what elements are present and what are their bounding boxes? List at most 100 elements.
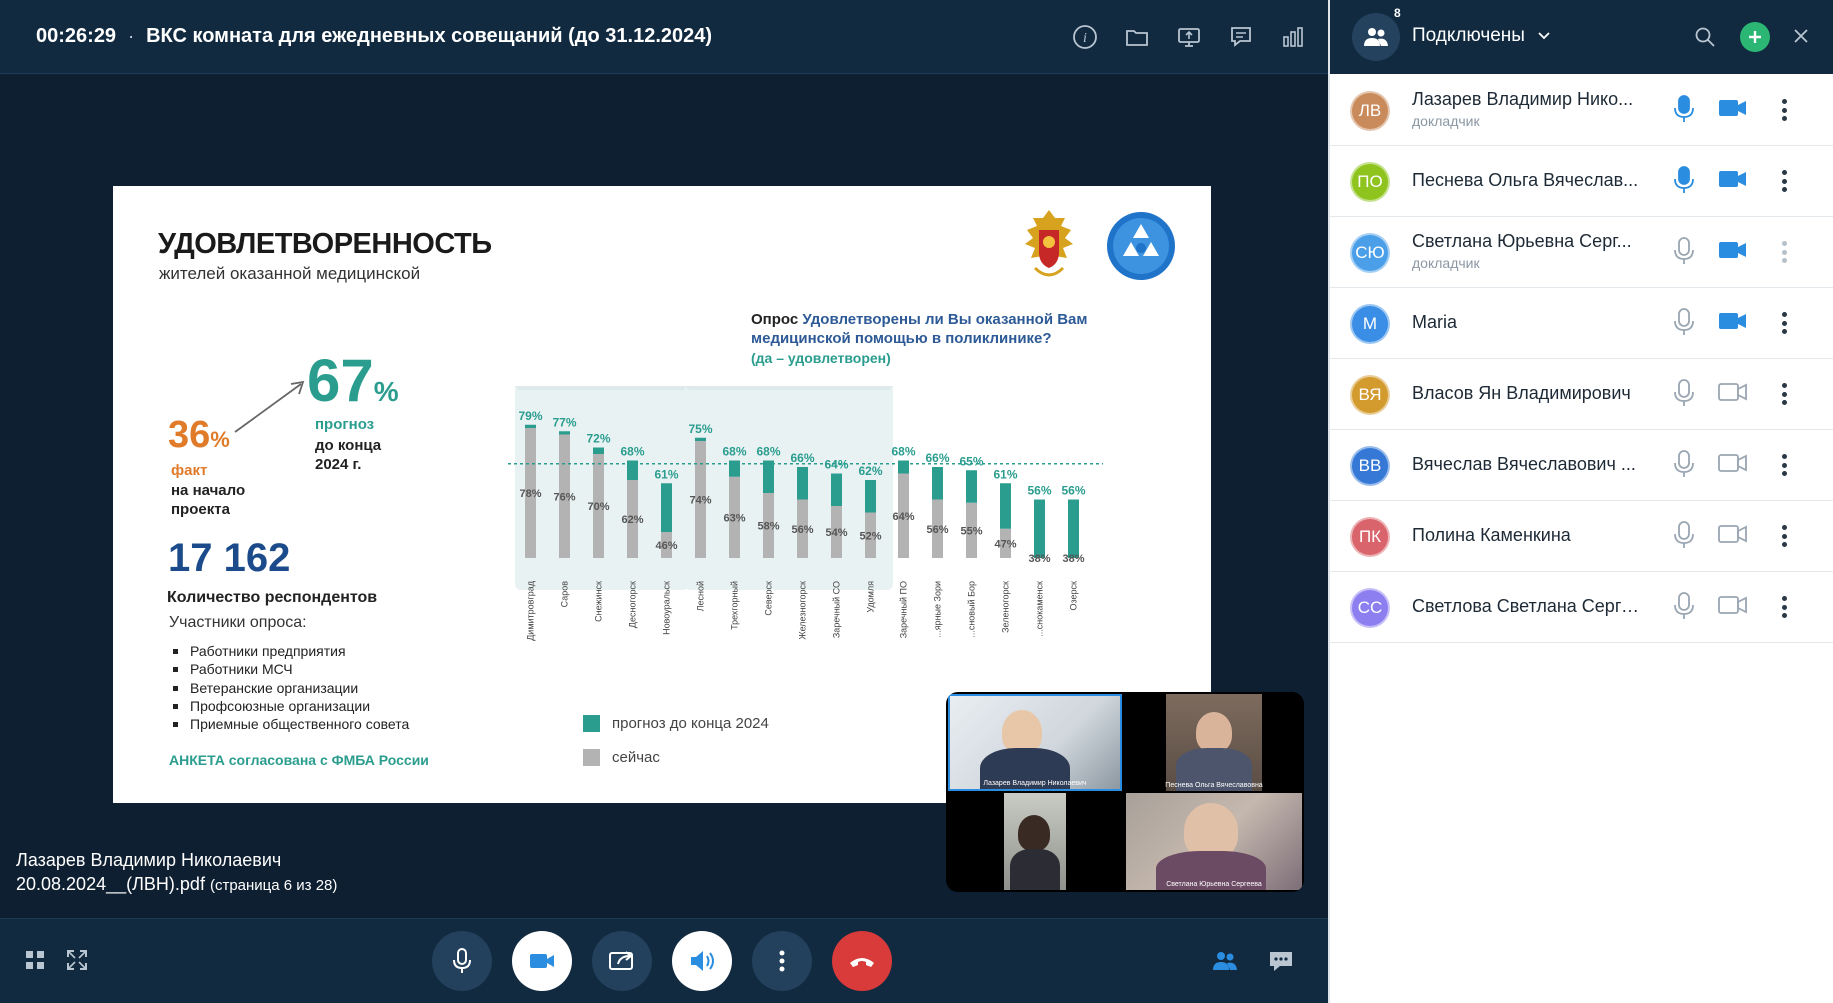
avatar-initials: СЮ <box>1355 243 1385 262</box>
data-label-now: 38% <box>1062 553 1084 565</box>
category-label: Озерск <box>1069 581 1079 611</box>
more-vertical-icon[interactable] <box>1780 521 1788 551</box>
data-label-forecast: 61% <box>993 467 1017 481</box>
fact-value: 36% <box>168 414 230 457</box>
list-item: Приемные общественного совета <box>171 715 409 733</box>
chat-board-icon[interactable] <box>1226 22 1256 52</box>
participant-row[interactable]: ВВ Вячеслав Вячеславович ... <box>1330 430 1833 501</box>
more-vertical-icon[interactable] <box>1780 450 1788 480</box>
data-label-forecast: 77% <box>552 415 576 429</box>
microphone-off-icon[interactable] <box>1673 307 1695 342</box>
video-tile-caption: Светлана Юрьевна Сергеева <box>1166 881 1262 888</box>
category-label: Зеленогорск <box>1001 581 1011 633</box>
data-label-now: 64% <box>892 511 914 523</box>
rosatom-logo-icon <box>1107 212 1175 280</box>
camera-on-icon[interactable] <box>1718 168 1748 195</box>
close-icon[interactable] <box>1791 26 1811 46</box>
data-label-now: 55% <box>960 525 982 537</box>
speaker-icon <box>691 951 714 971</box>
video-tile[interactable]: Песнева Ольга Вячеславовна <box>1126 694 1302 791</box>
bar-forecast <box>763 460 774 493</box>
participants-list: Работники предприятия Работники МСЧ Вете… <box>171 642 409 733</box>
call-timer: 00:26:29 <box>36 25 117 47</box>
category-label: Железногорск <box>798 581 808 640</box>
camera-on-icon[interactable] <box>1718 239 1748 266</box>
search-icon[interactable] <box>1694 26 1716 48</box>
info-icon[interactable]: i <box>1070 22 1100 52</box>
microphone-off-icon[interactable] <box>1673 378 1695 413</box>
microphone-off-icon[interactable] <box>1673 449 1695 484</box>
participant-row[interactable]: ВЯ Власов Ян Владимирович <box>1330 359 1833 430</box>
side-controls <box>1212 949 1294 973</box>
forecast-label-detail: до конца 2024 г. <box>315 436 381 474</box>
more-button[interactable] <box>752 931 812 991</box>
fullscreen-icon[interactable] <box>66 949 88 971</box>
participant-name: Песнева Ольга Вячеслав... <box>1412 170 1639 190</box>
participant-row[interactable]: ПК Полина Каменкина <box>1330 501 1833 572</box>
participants-icon[interactable] <box>1212 949 1238 973</box>
grid-layout-icon[interactable] <box>24 949 46 971</box>
camera-button[interactable] <box>512 931 572 991</box>
participant-row[interactable]: ПО Песнева Ольга Вячеслав... <box>1330 146 1833 217</box>
folder-icon[interactable] <box>1122 22 1152 52</box>
camera-off-icon[interactable] <box>1718 452 1748 479</box>
avatar-initials: ПО <box>1357 172 1383 191</box>
legend-swatch-forecast <box>583 715 600 732</box>
plus-icon <box>1749 31 1761 43</box>
add-participant-button[interactable] <box>1740 22 1770 52</box>
video-tile[interactable] <box>948 793 1122 890</box>
panel-title[interactable]: Подключены <box>1412 25 1525 47</box>
microphone-off-icon[interactable] <box>1673 236 1695 271</box>
screen-share-icon[interactable] <box>1174 22 1204 52</box>
survey-prefix: Опрос <box>751 311 799 328</box>
share-screen-icon <box>609 951 633 970</box>
microphone-off-icon[interactable] <box>1673 520 1695 555</box>
participant-row[interactable]: СС Светлова Светлана Серге... <box>1330 572 1833 643</box>
microphone-button[interactable] <box>432 931 492 991</box>
microphone-on-icon[interactable] <box>1673 165 1695 200</box>
camera-off-icon[interactable] <box>1718 594 1748 621</box>
more-vertical-icon[interactable] <box>1780 166 1788 196</box>
presentation-file: 20.08.2024__(ЛВН).pdf (страница 6 из 28) <box>16 874 337 895</box>
participants-label: Участники опроса: <box>169 614 307 631</box>
microphone-on-icon[interactable] <box>1673 94 1695 129</box>
data-label-now: 78% <box>519 488 541 500</box>
camera-on-icon[interactable] <box>1718 97 1748 124</box>
slide-subtitle: жителей оказанной медицинской <box>159 264 421 283</box>
participant-name: Maria <box>1412 312 1458 332</box>
chevron-down-icon[interactable] <box>1536 28 1552 44</box>
video-tile[interactable]: Лазарев Владимир Николаевич <box>948 694 1122 791</box>
more-vertical-icon[interactable] <box>1780 237 1788 267</box>
more-vertical-icon[interactable] <box>1780 592 1788 622</box>
conference-area: 00:26:29 · ВКС комната для ежедневных со… <box>0 0 1328 1003</box>
camera-on-icon[interactable] <box>1718 310 1748 337</box>
fact-label-line: проекта <box>171 501 230 518</box>
speaker-button[interactable] <box>672 931 732 991</box>
more-vertical-icon[interactable] <box>1780 308 1788 338</box>
participant-row[interactable]: СЮ Светлана Юрьевна Серг... докладчик <box>1330 217 1833 288</box>
participant-silhouette <box>1018 815 1050 851</box>
microphone-off-icon[interactable] <box>1673 591 1695 626</box>
camera-off-icon[interactable] <box>1718 523 1748 550</box>
group-background <box>685 386 893 590</box>
camera-off-icon[interactable] <box>1718 381 1748 408</box>
participants-count: 8 <box>1394 6 1401 20</box>
more-vertical-icon[interactable] <box>1780 95 1788 125</box>
participant-row[interactable]: M Maria <box>1330 288 1833 359</box>
more-vertical-icon[interactable] <box>1780 379 1788 409</box>
legend-forecast: прогноз до конца 2024 <box>583 715 769 732</box>
page-info: (страница 6 из 28) <box>209 877 338 894</box>
chat-icon[interactable] <box>1268 949 1294 973</box>
stats-icon[interactable] <box>1278 22 1308 52</box>
hangup-button[interactable] <box>832 931 892 991</box>
forecast-number: 67 <box>307 347 374 414</box>
video-tile[interactable]: Светлана Юрьевна Сергеева <box>1126 793 1302 890</box>
share-button[interactable] <box>592 931 652 991</box>
bar-forecast <box>1034 499 1045 558</box>
bar-forecast <box>1000 483 1011 529</box>
category-label: Удомля <box>866 581 876 613</box>
fact-label-line: на начало <box>171 482 246 499</box>
avatar-initials: ВВ <box>1358 456 1382 475</box>
participant-row[interactable]: ЛВ Лазарев Владимир Нико... докладчик <box>1330 75 1833 146</box>
participant-name: Власов Ян Владимирович <box>1412 383 1631 403</box>
